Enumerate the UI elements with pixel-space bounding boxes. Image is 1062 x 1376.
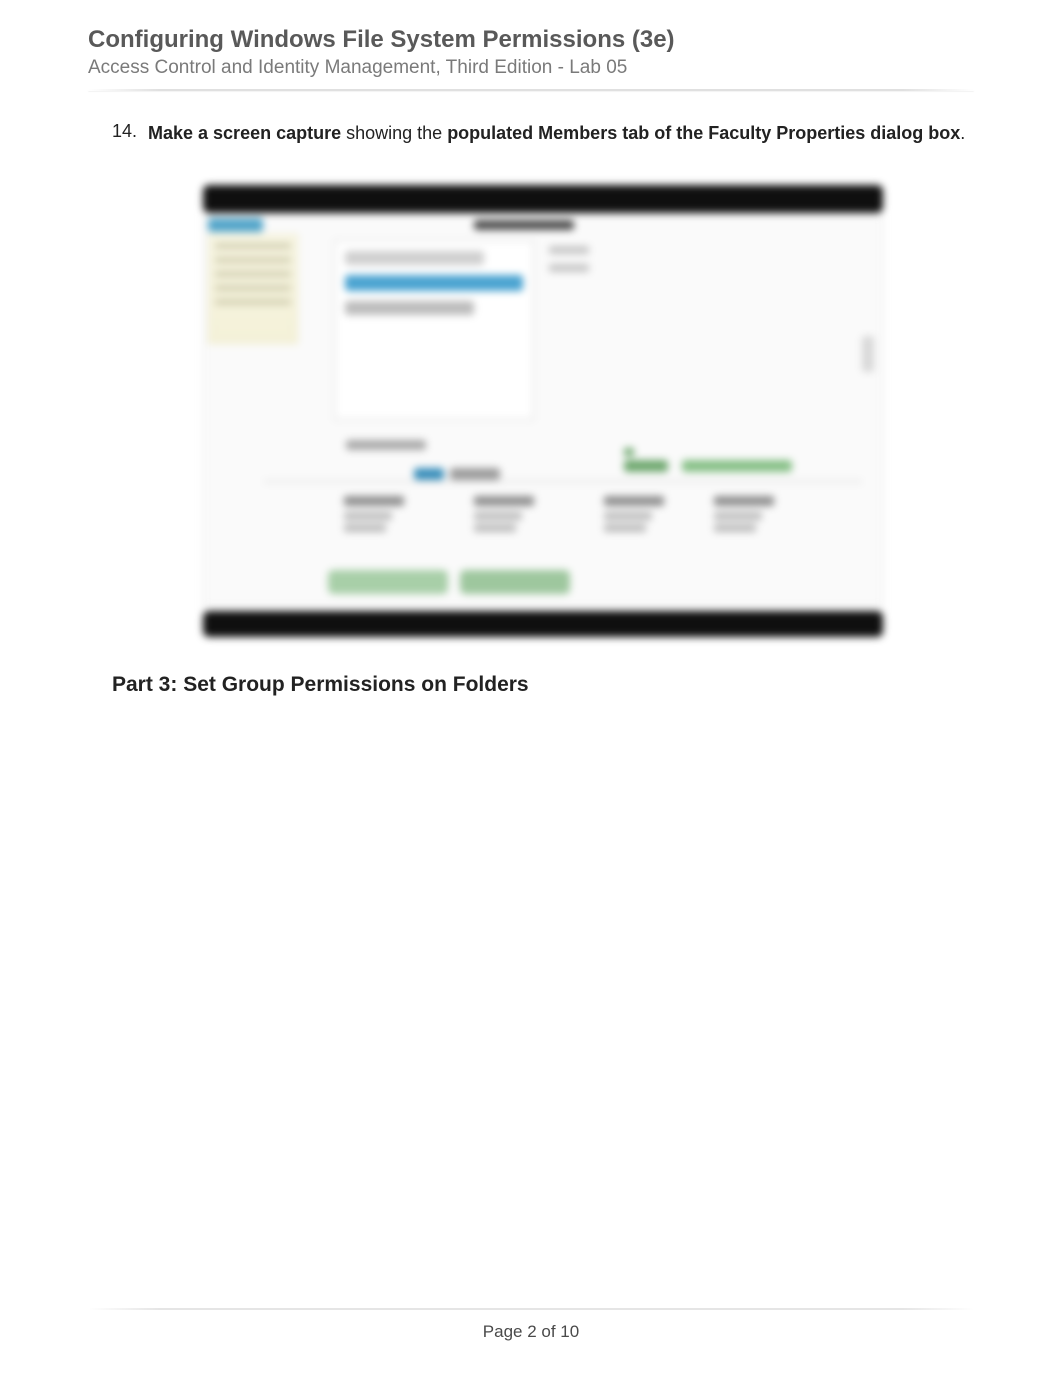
detail-col-2 [474, 496, 534, 532]
status-dot [624, 448, 634, 456]
active-tab [208, 218, 263, 232]
right-labels [549, 246, 589, 346]
content-area: 14. Make a screen capture showing the po… [88, 121, 974, 697]
step-period: . [960, 123, 965, 143]
nav-tree [208, 234, 298, 344]
panel-divider [264, 481, 862, 482]
step-bold-tail: populated Members tab of the Faculty Pro… [447, 123, 960, 143]
members-panel [334, 240, 534, 420]
page-number: Page 2 of 10 [0, 1322, 1062, 1342]
panel-button-secondary [450, 468, 500, 480]
panel-buttons-label [346, 440, 426, 450]
screenshot-figure [193, 175, 893, 645]
dialog-ok-button [328, 570, 448, 594]
step-number: 14. [112, 121, 148, 142]
detail-col-3 [604, 496, 664, 532]
page-subtitle: Access Control and Identity Management, … [88, 57, 974, 79]
status-chip-1 [624, 460, 668, 472]
header-divider [88, 89, 974, 91]
window-body [203, 215, 883, 607]
window-titlebar [203, 185, 883, 213]
panel-button-primary [414, 468, 444, 480]
detail-col-1 [344, 496, 404, 532]
step-text: Make a screen capture showing the popula… [148, 121, 965, 145]
scroll-indicator [862, 336, 874, 372]
page-title: Configuring Windows File System Permissi… [88, 24, 974, 55]
dialog-title [474, 220, 574, 230]
dialog-cancel-button [460, 570, 570, 594]
instruction-step: 14. Make a screen capture showing the po… [112, 121, 974, 145]
detail-col-4 [714, 496, 774, 532]
window-taskbar [203, 611, 883, 637]
step-bold-lead: Make a screen capture [148, 123, 341, 143]
section-heading: Part 3: Set Group Permissions on Folders [112, 673, 974, 697]
step-mid: showing the [341, 123, 447, 143]
status-chip-2 [682, 460, 792, 472]
selected-member-row [345, 275, 523, 291]
footer-divider [88, 1308, 974, 1310]
